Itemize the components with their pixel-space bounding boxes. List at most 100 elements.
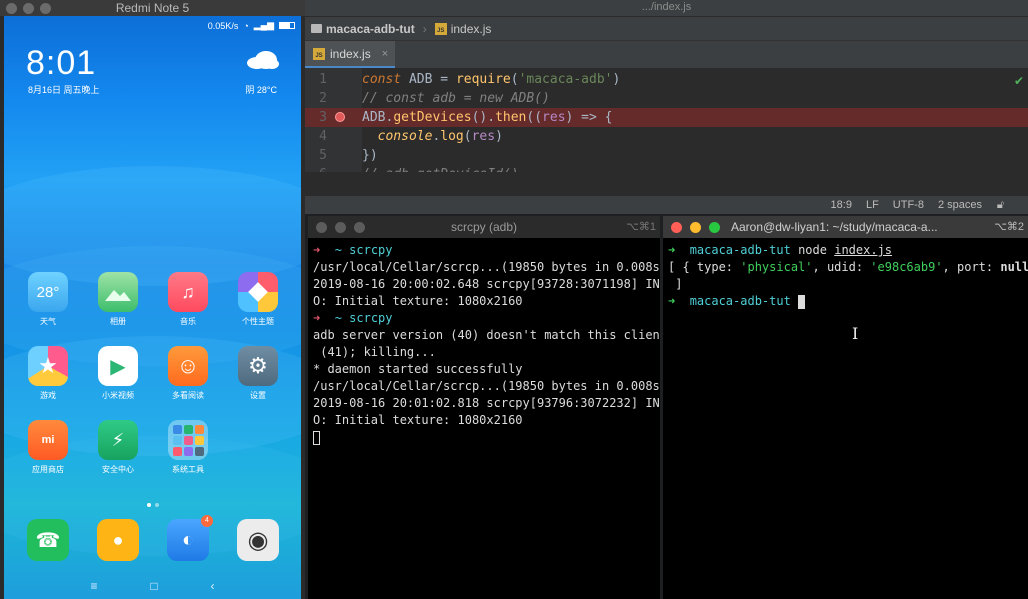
app-label: 游戏 — [40, 391, 56, 400]
code-text: // const adb = new ADB() — [362, 91, 550, 106]
app-music[interactable]: ♫ 音乐 — [158, 272, 218, 327]
code-line[interactable]: 6 // adb.getDeviceId() — [305, 165, 1028, 172]
back-icon[interactable]: ‹ — [211, 579, 215, 593]
notification-badge: 4 — [201, 515, 213, 527]
output-line: /usr/local/Cellar/scrcp...(19850 bytes i… — [313, 260, 660, 274]
prompt-line: ➜ macaca-adb-tut node index.js — [668, 243, 893, 257]
output-line: ] — [668, 277, 683, 291]
settings-icon: ⚙ — [238, 346, 278, 386]
home-icon[interactable]: □ — [150, 579, 157, 593]
line-number: 4 — [319, 129, 327, 144]
app-settings[interactable]: ⚙ 设置 — [228, 346, 288, 401]
browser-icon: ◐ 4 — [167, 515, 213, 561]
app-label: 小米视频 — [102, 391, 134, 400]
terminal-output[interactable]: ➜ ~ scrcpy /usr/local/Cellar/scrcp...(19… — [313, 242, 660, 599]
prompt-line: ➜ macaca-adb-tut — [668, 293, 1028, 310]
dock-browser[interactable]: ◐ 4 — [158, 515, 218, 565]
check-icon: ✔ — [1013, 74, 1024, 88]
phone-mirror-window[interactable]: Redmi Note 5 0.05K/s ◔ ▂▄▆ 8:01 8月16日 周五… — [0, 0, 305, 599]
themes-icon — [238, 272, 278, 312]
breadcrumb-project[interactable]: macaca-adb-tut — [311, 22, 415, 36]
code-line[interactable]: 2 // const adb = new ADB() — [305, 89, 1028, 108]
signal-icon: ▂▄▆ — [253, 20, 274, 30]
app-gallery[interactable]: 相册 — [88, 272, 148, 327]
ibeam-cursor-icon: I — [852, 324, 859, 343]
app-store[interactable]: mi 应用商店 — [18, 420, 78, 475]
page-dot — [154, 503, 159, 507]
terminal-output[interactable]: ➜ macaca-adb-tut node index.js [ { type:… — [668, 242, 1028, 599]
app-label: 个性主题 — [242, 317, 274, 326]
messages-icon: ● — [97, 519, 139, 561]
app-label: 设置 — [250, 391, 266, 400]
output-line: adb server version (40) doesn't match th… — [313, 328, 660, 342]
zoom-window-button[interactable] — [709, 222, 720, 233]
indent-setting[interactable]: 2 spaces — [938, 199, 982, 211]
dock-camera[interactable]: ◉ — [228, 519, 288, 565]
app-security[interactable]: ⚡ 安全中心 — [88, 420, 148, 475]
code-line[interactable]: 5 }) — [305, 146, 1028, 165]
weather-icon: 28° — [28, 272, 68, 312]
app-games[interactable]: ★ 游戏 — [18, 346, 78, 401]
dock-messages[interactable]: ● — [88, 519, 148, 565]
app-label: 系统工具 — [172, 465, 204, 474]
line-separator[interactable]: LF — [866, 199, 879, 211]
app-label: 天气 — [40, 317, 56, 326]
editor-tab-bar: JS index.js × — [305, 40, 1028, 69]
text-cursor — [313, 430, 320, 445]
minimize-window-button[interactable] — [690, 222, 701, 233]
cloud-icon — [247, 51, 279, 69]
lock-icon[interactable]: 🔓︎ — [997, 199, 1004, 212]
minimize-window-button[interactable] — [335, 222, 346, 233]
folder-icon — [311, 24, 322, 33]
app-weather[interactable]: 28° 天气 — [18, 272, 78, 327]
dock-phone[interactable]: ☎ — [18, 519, 78, 565]
line-number: 6 — [315, 165, 327, 172]
line-number: 3 — [319, 110, 327, 125]
app-store-icon: mi — [28, 420, 68, 460]
menu-icon[interactable]: ≡ — [90, 579, 97, 593]
terminal-shortcut: ⌥⌘2 — [994, 221, 1024, 233]
phone-window-titlebar[interactable]: Redmi Note 5 — [0, 0, 305, 16]
code-line[interactable]: 4 console.log(res) — [305, 127, 1028, 146]
close-window-button[interactable] — [671, 222, 682, 233]
breakpoint-icon[interactable] — [335, 112, 345, 122]
terminal-titlebar[interactable]: scrcpy (adb) ⌥⌘1 — [308, 216, 660, 238]
app-label: 多看阅读 — [172, 391, 204, 400]
phone-screen[interactable]: 0.05K/s ◔ ▂▄▆ 8:01 8月16日 周五晚上 阴 28°C 28°… — [4, 16, 301, 599]
lockscreen-date: 8月16日 周五晚上 — [28, 85, 100, 95]
code-line[interactable]: 1 const ADB = require('macaca-adb') — [305, 70, 1028, 89]
weather-summary: 阴 28°C — [245, 85, 277, 95]
breadcrumb-file[interactable]: JS index.js — [434, 22, 491, 36]
output-line: O: Initial texture: 1080x2160 — [313, 413, 523, 427]
cursor-position[interactable]: 18:9 — [831, 199, 852, 211]
tab-index-js[interactable]: JS index.js × — [305, 41, 395, 69]
phone-status-bar: 0.05K/s ◔ ▂▄▆ — [4, 16, 301, 34]
output-line: /usr/local/Cellar/scrcp...(19850 bytes i… — [313, 379, 660, 393]
output-line: * daemon started successfully — [313, 362, 523, 376]
gallery-icon — [98, 272, 138, 312]
line-number: 2 — [319, 91, 327, 106]
terminal-titlebar[interactable]: Aaron@dw-liyan1: ~/study/macaca-a... ⌥⌘2 — [663, 216, 1028, 238]
close-tab-icon[interactable]: × — [382, 48, 388, 60]
code-text: const ADB = require('macaca-adb') — [362, 72, 621, 87]
app-label: 音乐 — [180, 317, 196, 326]
code-text: // adb.getDeviceId() — [362, 165, 519, 172]
close-window-button[interactable] — [316, 222, 327, 233]
app-video[interactable]: ▶ 小米视频 — [88, 346, 148, 401]
ide-window[interactable]: .../index.js macaca-adb-tut › JS index.j… — [305, 0, 1028, 214]
chevron-right-icon: › — [422, 21, 427, 36]
app-tools-folder[interactable]: 系统工具 — [158, 420, 218, 475]
code-line-breakpoint[interactable]: 3 ADB.getDevices().then((res) => { — [305, 108, 1028, 127]
ide-status-bar: 18:9 LF UTF-8 2 spaces 🔓︎ — [305, 195, 1028, 214]
terminal-node[interactable]: Aaron@dw-liyan1: ~/study/macaca-a... ⌥⌘2… — [663, 216, 1028, 599]
app-themes[interactable]: 个性主题 — [228, 272, 288, 327]
zoom-window-button[interactable] — [354, 222, 365, 233]
app-reader[interactable]: ☺ 多看阅读 — [158, 346, 218, 401]
code-editor[interactable]: 1 const ADB = require('macaca-adb') 2 //… — [305, 68, 1028, 172]
terminal-title: Aaron@dw-liyan1: ~/study/macaca-a... — [731, 220, 938, 234]
terminal-scrcpy[interactable]: scrcpy (adb) ⌥⌘1 ➜ ~ scrcpy /usr/local/C… — [308, 216, 660, 599]
js-file-icon: JS — [434, 22, 447, 35]
file-encoding[interactable]: UTF-8 — [893, 199, 924, 211]
page-dot — [146, 503, 151, 507]
games-icon: ★ — [28, 346, 68, 386]
